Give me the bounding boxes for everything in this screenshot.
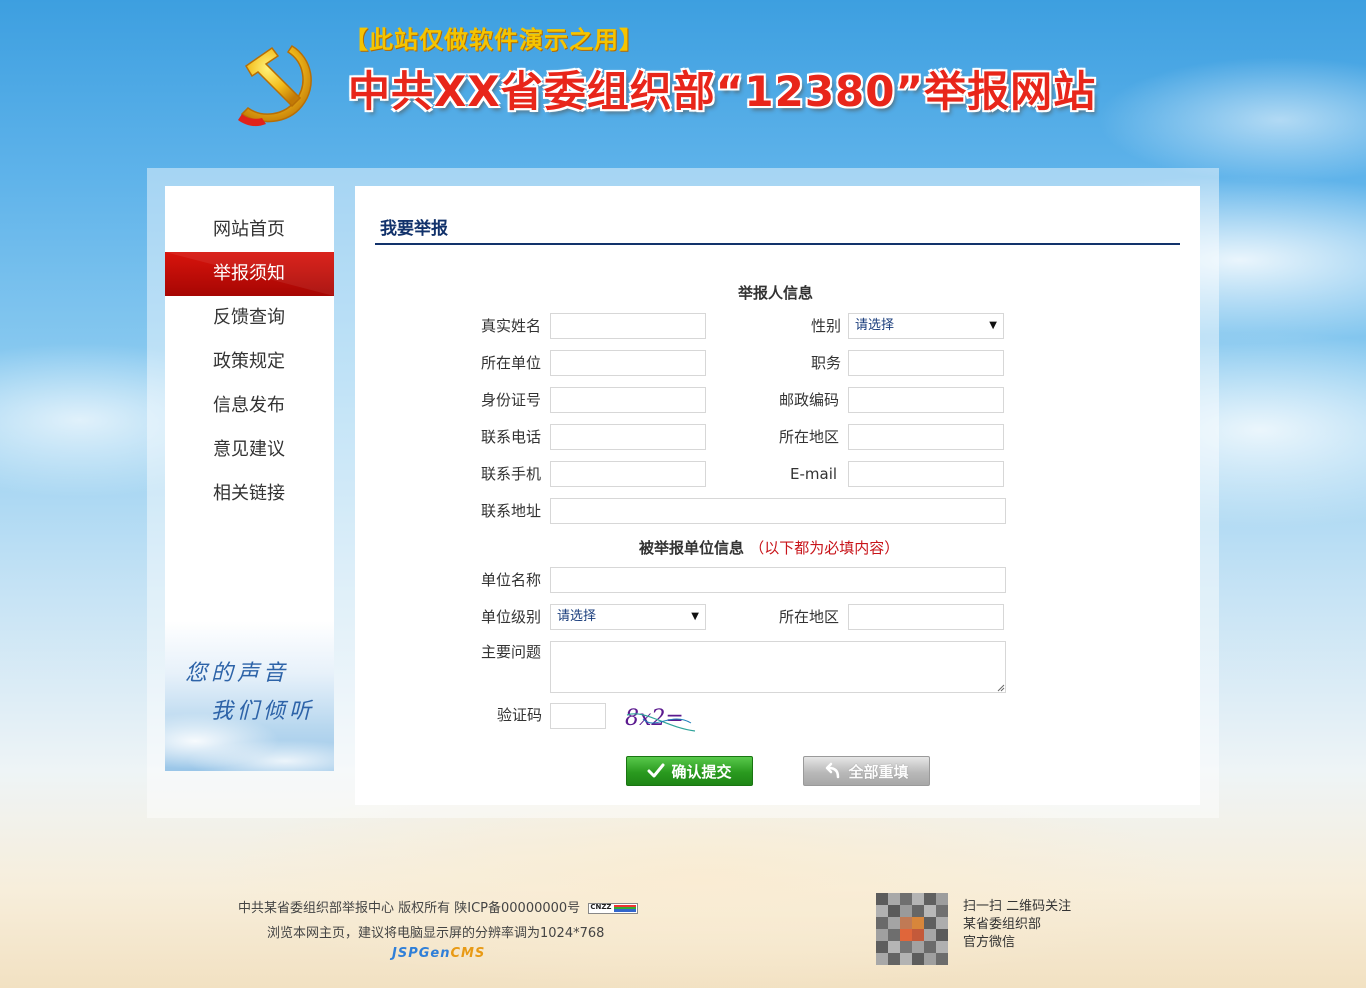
qr-caption-line-1: 扫一扫 二维码关注 — [963, 899, 1072, 914]
checkmark-icon — [647, 763, 665, 778]
required-note: （以下都为必填内容） — [749, 539, 900, 557]
sidebar-item-report-notice[interactable]: 举报须知 — [165, 252, 334, 296]
sidebar: 网站首页 举报须知 反馈查询 政策规定 信息发布 意见建议 相关链接 您的声音 … — [165, 186, 334, 771]
reported-section-title: 被举报单位信息 （以下都为必填内容） — [639, 537, 899, 558]
cms-brand-suffix: CMS — [450, 946, 486, 961]
reset-button-label: 全部重填 — [848, 762, 909, 781]
postal-code-label: 邮政编码 — [779, 391, 840, 409]
real-name-label: 真实姓名 — [481, 317, 542, 335]
sidebar-slogan-banner: 您的声音 我们倾听 — [165, 621, 334, 771]
cnzz-stats-badge[interactable]: CNZZ — [588, 903, 639, 914]
unit-level-select-value: 请选择 — [557, 609, 597, 624]
email-label: E-mail — [790, 465, 838, 483]
reported-section-title-text: 被举报单位信息 — [639, 539, 745, 557]
gender-select-value: 请选择 — [855, 318, 895, 333]
sidebar-nav: 网站首页 举报须知 反馈查询 政策规定 信息发布 意见建议 相关链接 — [165, 208, 334, 516]
dropdown-arrow-icon: ▼ — [691, 611, 699, 622]
position-label: 职务 — [811, 354, 842, 372]
footer-resolution-tip: 浏览本网主页，建议将电脑显示屏的分辨率调为1024*768 — [267, 926, 605, 941]
cms-brand-main: JSPGen — [392, 946, 451, 961]
submit-button-label: 确认提交 — [671, 762, 732, 781]
captcha-input[interactable] — [550, 703, 606, 729]
id-number-input[interactable] — [550, 387, 706, 413]
unit-name-input[interactable] — [550, 567, 1006, 593]
mobile-input[interactable] — [550, 461, 706, 487]
email-input[interactable] — [848, 461, 1004, 487]
unit-level-label: 单位级别 — [481, 608, 542, 626]
wechat-qr-code — [876, 893, 948, 965]
phone-input[interactable] — [550, 424, 706, 450]
demo-notice: 【此站仅做软件演示之用】 — [344, 26, 644, 54]
sidebar-item-policy[interactable]: 政策规定 — [165, 340, 334, 384]
address-label: 联系地址 — [481, 502, 542, 520]
phone-label: 联系电话 — [481, 428, 542, 446]
id-number-label: 身份证号 — [481, 391, 542, 409]
gender-label: 性别 — [811, 317, 842, 335]
dropdown-arrow-icon: ▼ — [989, 320, 997, 331]
report-form-panel: 我要举报 举报人信息 真实姓名 性别 请选择 ▼ 所在单位 职务 身份证号 邮政… — [355, 186, 1200, 805]
unit-region-input[interactable] — [848, 604, 1004, 630]
address-input[interactable] — [550, 498, 1006, 524]
unit-name-label: 单位名称 — [481, 571, 542, 589]
cnzz-badge-text: CNZZ — [590, 903, 612, 911]
footer-copyright-line: 中共某省委组织部举报中心 版权所有 陕ICP备00000000号 CNZZ — [238, 897, 639, 916]
position-input[interactable] — [848, 350, 1004, 376]
main-issue-textarea[interactable] — [550, 641, 1006, 693]
slogan-line-1: 您的声音 — [185, 661, 290, 686]
reporter-region-input[interactable] — [848, 424, 1004, 450]
slogan-line-2: 我们倾听 — [211, 699, 316, 724]
real-name-input[interactable] — [550, 313, 706, 339]
qr-caption-line-2: 某省委组织部 — [963, 917, 1042, 932]
organization-label: 所在单位 — [481, 354, 542, 372]
undo-arrow-icon — [826, 762, 840, 779]
sidebar-item-links[interactable]: 相关链接 — [165, 472, 334, 516]
sidebar-item-news[interactable]: 信息发布 — [165, 384, 334, 428]
cnzz-stripes-icon — [614, 905, 637, 912]
sidebar-item-home[interactable]: 网站首页 — [165, 208, 334, 252]
captcha-label: 验证码 — [497, 706, 543, 724]
qr-caption-line-3: 官方微信 — [963, 935, 1016, 950]
submit-button[interactable]: 确认提交 — [626, 756, 753, 786]
party-emblem-icon — [238, 44, 312, 127]
reporter-section-title: 举报人信息 — [738, 284, 814, 302]
gender-select[interactable]: 请选择 ▼ — [848, 313, 1004, 339]
main-issue-wrapper — [550, 641, 1006, 693]
unit-region-label: 所在地区 — [779, 608, 840, 626]
reporter-region-label: 所在地区 — [779, 428, 840, 446]
postal-code-input[interactable] — [848, 387, 1004, 413]
title-divider — [375, 243, 1180, 245]
sidebar-item-suggestions[interactable]: 意见建议 — [165, 428, 334, 472]
reset-button[interactable]: 全部重填 — [803, 756, 930, 786]
cms-brand-link[interactable]: JSPGenCMS — [392, 946, 485, 961]
site-title: 中共XX省委组织部“12380”举报网站 — [348, 67, 1097, 116]
mobile-label: 联系手机 — [481, 465, 542, 483]
organization-input[interactable] — [550, 350, 706, 376]
unit-level-select[interactable]: 请选择 ▼ — [550, 604, 706, 630]
resize-grip-icon[interactable] — [997, 684, 1005, 692]
main-issue-label: 主要问题 — [481, 643, 542, 661]
page-title: 我要举报 — [380, 219, 448, 239]
captcha-image[interactable]: 8x2= — [625, 701, 697, 733]
footer-copyright: 中共某省委组织部举报中心 版权所有 陕ICP备00000000号 — [238, 901, 581, 916]
sidebar-item-feedback-query[interactable]: 反馈查询 — [165, 296, 334, 340]
